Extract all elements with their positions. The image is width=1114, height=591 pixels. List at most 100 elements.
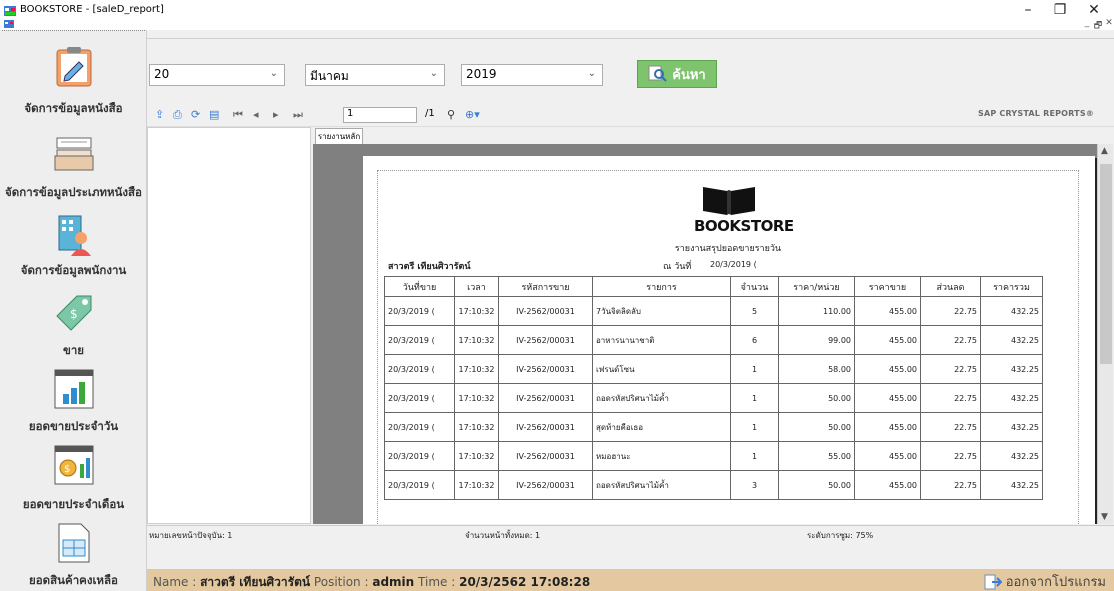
sale-time-cell: 17:10:32 — [454, 354, 499, 384]
sale-date-cell: 20/3/2019 ( — [384, 412, 455, 442]
quantity-cell: 1 — [730, 441, 779, 471]
user-info-bar: Name : สาวตรี เทียนศิวารัตน์ Position : … — [147, 569, 1114, 591]
filter-bar: 20 ⌄ มีนาคม ⌄ 2019 ⌄ ค้นหา — [147, 30, 1114, 100]
scroll-up-icon[interactable]: ▲ — [1101, 146, 1108, 156]
filter-divider — [147, 38, 1114, 39]
page-number-input[interactable]: 1 — [343, 107, 417, 123]
date-label: ณ วันที่ — [663, 262, 692, 272]
export-icon[interactable]: ⇪ — [155, 108, 164, 121]
sale-code-cell: IV-2562/00031 — [498, 441, 593, 471]
quantity-cell: 1 — [730, 383, 779, 413]
sale-price-cell: 455.00 — [854, 470, 921, 500]
scroll-down-icon[interactable]: ▼ — [1101, 512, 1108, 522]
report-viewer-status-bar: หมายเลขหน้าปัจจุบัน: 1 จำนวนหน้าทั้งหมด:… — [147, 525, 1114, 541]
sidebar-item-label: ยอดขายประจำเดือน — [22, 497, 125, 511]
minimize-button[interactable]: – — [1016, 3, 1040, 17]
employee-building-icon — [58, 215, 91, 256]
report-viewer-toolbar: ⇪ ⎙ ⟳ ▤ ⏮ ◂ ▸ ⏭ 1 /1 ⚲ ⊕▾ SAP CRYSTAL RE… — [147, 103, 1114, 127]
total-cell: 432.25 — [980, 412, 1043, 442]
inbox-tray-icon — [54, 137, 93, 171]
discount-cell: 22.75 — [920, 383, 981, 413]
total-cell: 432.25 — [980, 383, 1043, 413]
date-value: 20/3/2019 ( — [710, 260, 757, 269]
discount-cell: 22.75 — [920, 296, 981, 326]
find-icon[interactable]: ⚲ — [447, 108, 455, 121]
sidebar-item-label: ยอดสินค้าคงเหลือ — [29, 573, 118, 587]
sale-date-cell: 20/3/2019 ( — [384, 325, 455, 355]
sidebar-item-manage-employees[interactable]: จัดการข้อมูลพนักงาน — [0, 210, 147, 290]
item-cell: เฟรนด์โซน — [592, 354, 731, 384]
next-page-icon[interactable]: ▸ — [273, 108, 279, 121]
month-select[interactable]: มีนาคม ⌄ — [305, 64, 445, 86]
unit-price-cell: 50.00 — [778, 383, 855, 413]
mdi-minimize-button[interactable]: _ — [1082, 18, 1092, 28]
column-header: รายการ — [592, 276, 731, 297]
sale-date-cell: 20/3/2019 ( — [384, 354, 455, 384]
unit-price-cell: 55.00 — [778, 441, 855, 471]
item-cell: หมอฮานะ — [592, 441, 731, 471]
table-row: 20/3/2019 ( 17:10:32 IV-2562/00031 ถอดรห… — [384, 470, 1043, 500]
table-row: 20/3/2019 ( 17:10:32 IV-2562/00031 อาหาร… — [384, 325, 1043, 355]
table-header-row: วันที่ขาย เวลา รหัสการขาย รายการ จำนวน ร… — [384, 276, 1043, 297]
mdi-close-button[interactable]: ✕ — [1104, 18, 1114, 28]
sidebar-item-manage-books[interactable]: จัดการข้อมูลหนังสือ — [0, 40, 147, 120]
day-select[interactable]: 20 ⌄ — [149, 64, 285, 86]
year-select[interactable]: 2019 ⌄ — [461, 64, 603, 86]
column-header: ราคารวม — [980, 276, 1043, 297]
user-name: สาวตรี เทียนศิวารัตน์ — [200, 575, 311, 589]
refresh-icon[interactable]: ⟳ — [191, 108, 200, 121]
report-page: BOOKSTORE รายงานสรุปยอดขายรายวัน สาวตรี … — [363, 156, 1095, 524]
sidebar-item-label: ยอดขายประจำวัน — [28, 419, 119, 433]
sale-price-cell: 455.00 — [854, 325, 921, 355]
scrollbar-thumb[interactable] — [1100, 164, 1112, 364]
column-header: จำนวน — [730, 276, 779, 297]
crystal-reports-brand: SAP CRYSTAL REPORTS® — [978, 109, 1094, 118]
position-label: Position : — [313, 575, 369, 589]
report-preview-area: BOOKSTORE รายงานสรุปยอดขายรายวัน สาวตรี … — [313, 144, 1113, 524]
close-button[interactable]: ✕ — [1082, 3, 1106, 17]
sale-date-cell: 20/3/2019 ( — [384, 383, 455, 413]
item-cell: 7วันจิตลิดลับ — [592, 296, 731, 326]
quantity-cell: 6 — [730, 325, 779, 355]
svg-text:$: $ — [70, 307, 78, 321]
exit-program-button[interactable]: ออกจากโปรแกรม — [984, 571, 1106, 591]
toggle-group-tree-icon[interactable]: ▤ — [209, 108, 219, 121]
search-button[interactable]: ค้นหา — [637, 60, 717, 88]
item-cell: สุดท้ายคือเธอ — [592, 412, 731, 442]
sidebar-item-daily-sales[interactable]: ยอดขายประจำวัน — [0, 366, 147, 440]
sale-date-cell: 20/3/2019 ( — [384, 441, 455, 471]
tab-main-report[interactable]: รายงานหลัก — [315, 128, 363, 144]
total-cell: 432.25 — [980, 325, 1043, 355]
sale-time-cell: 17:10:32 — [454, 412, 499, 442]
first-page-icon[interactable]: ⏮ — [233, 108, 243, 122]
search-icon — [648, 65, 667, 82]
sidebar-item-sell[interactable]: $ ขาย — [0, 290, 147, 364]
sale-date-cell: 20/3/2019 ( — [384, 470, 455, 500]
sales-table: วันที่ขาย เวลา รหัสการขาย รายการ จำนวน ร… — [384, 276, 1043, 500]
item-cell: ถอดรหัสปริศนาไม้ค้ำ — [592, 383, 731, 413]
report-vertical-scrollbar[interactable]: ▲ ▼ — [1097, 144, 1113, 524]
user-info: Name : สาวตรี เทียนศิวารัตน์ Position : … — [153, 573, 590, 591]
zoom-icon[interactable]: ⊕▾ — [465, 108, 480, 121]
sidebar-item-manage-book-categories[interactable]: จัดการข้อมูลประเภทหนังสือ — [0, 128, 147, 208]
print-icon[interactable]: ⎙ — [173, 108, 182, 122]
sidebar-item-inventory[interactable]: ยอดสินค้าคงเหลือ — [0, 520, 147, 590]
last-page-icon[interactable]: ⏭ — [293, 108, 303, 122]
quantity-cell: 1 — [730, 354, 779, 384]
discount-cell: 22.75 — [920, 412, 981, 442]
sale-time-cell: 17:10:32 — [454, 441, 499, 471]
user-position: admin — [372, 575, 415, 589]
sidebar-item-monthly-sales[interactable]: $ ยอดขายประจำเดือน — [0, 442, 147, 516]
restore-button[interactable]: ❐ — [1048, 3, 1072, 17]
sale-code-cell: IV-2562/00031 — [498, 325, 593, 355]
sale-code-cell: IV-2562/00031 — [498, 383, 593, 413]
unit-price-cell: 99.00 — [778, 325, 855, 355]
column-header: เวลา — [454, 276, 499, 297]
sale-code-cell: IV-2562/00031 — [498, 412, 593, 442]
sale-time-cell: 17:10:32 — [454, 470, 499, 500]
table-row: 20/3/2019 ( 17:10:32 IV-2562/00031 สุดท้… — [384, 412, 1043, 442]
previous-page-icon[interactable]: ◂ — [253, 108, 259, 121]
mdi-child-icon — [4, 20, 14, 28]
total-cell: 432.25 — [980, 441, 1043, 471]
day-value: 20 — [154, 67, 170, 81]
